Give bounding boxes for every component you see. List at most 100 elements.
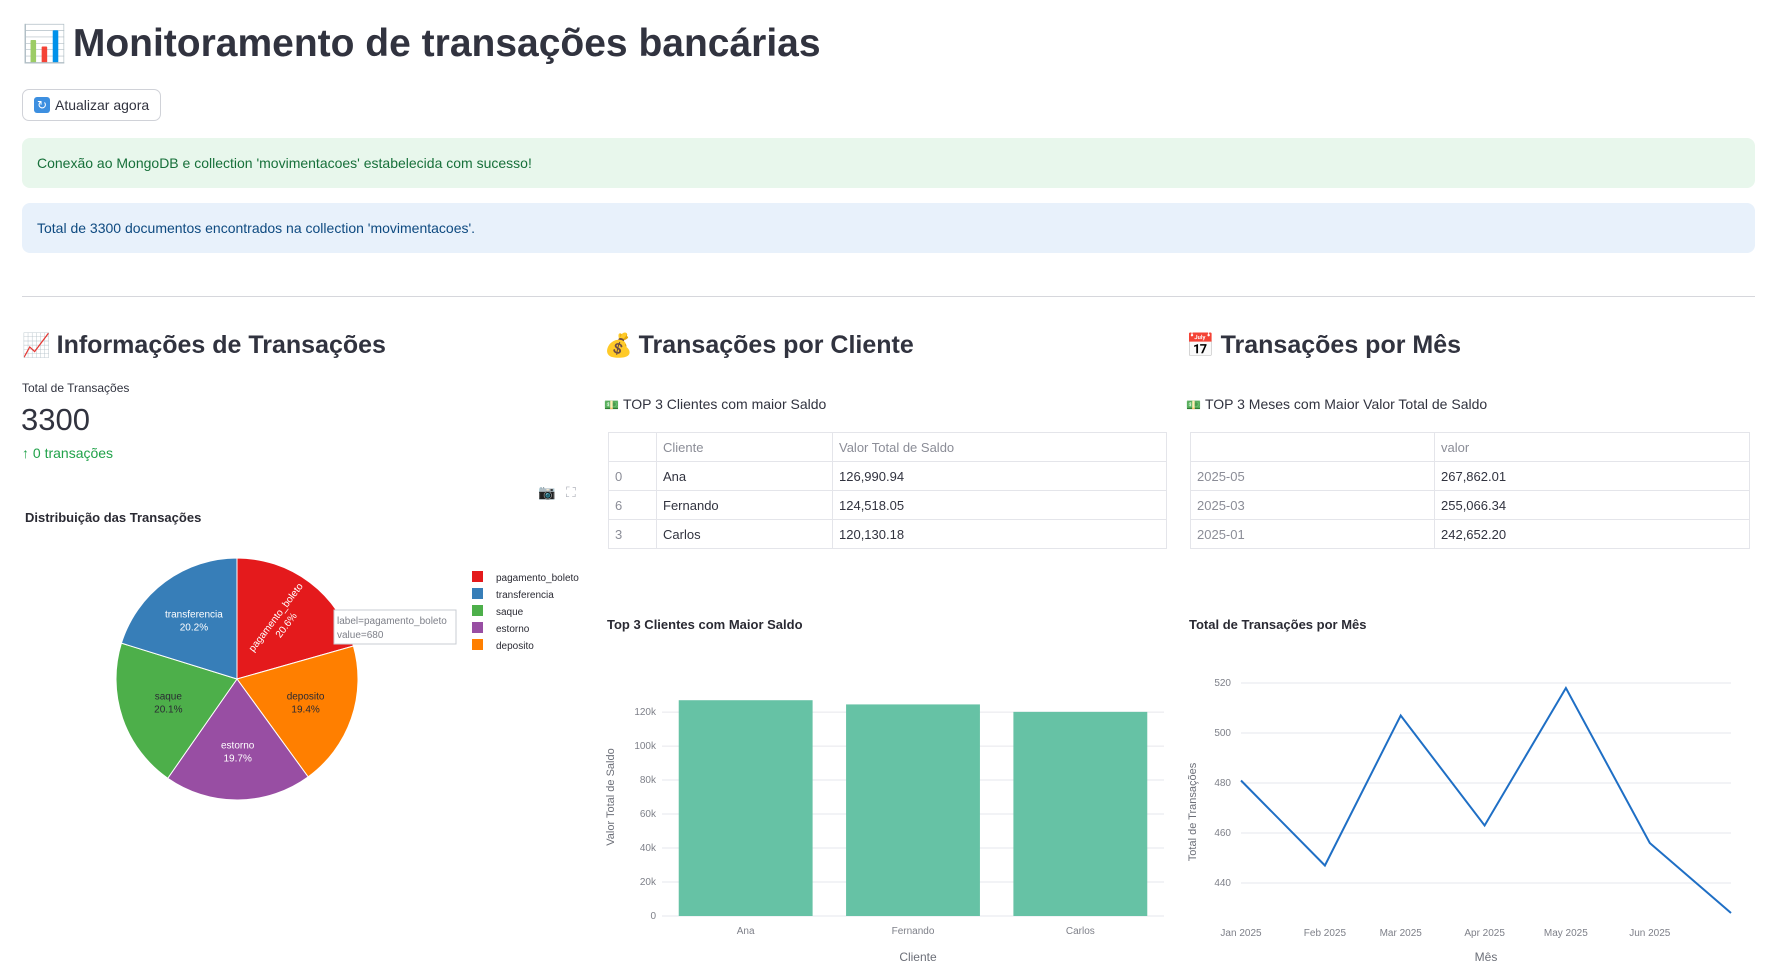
refresh-button-label: Atualizar agora — [55, 97, 150, 113]
x-tick-label: Feb 2025 — [1304, 928, 1347, 939]
line-chart-title: Total de Transações por Mês — [1189, 617, 1367, 632]
refresh-icon: ↻ — [34, 97, 50, 113]
refresh-button[interactable]: ↻ Atualizar agora — [22, 89, 162, 121]
table-cell: Ana — [656, 461, 833, 491]
subheading-meses: 💵 TOP 3 Meses com Maior Valor Total de Sa… — [1186, 396, 1487, 412]
page-title: 📊 Monitoramento de transações bancárias — [22, 22, 821, 66]
table-cell: 120,130.18 — [832, 519, 1167, 549]
money-bag-emoji-icon: 💰 — [604, 333, 633, 359]
table-header-row: Cliente Valor Total de Saldo — [608, 432, 1167, 462]
table-row[interactable]: 6 Fernando 124,518.05 — [608, 490, 1167, 520]
section-heading-text: Transações por Mês — [1220, 331, 1462, 359]
pie-slice-label: deposito — [287, 692, 325, 703]
y-tick-label: 0 — [650, 911, 656, 922]
subheading-clientes: 💵 TOP 3 Clientes com maior Saldo — [604, 396, 826, 412]
camera-icon[interactable]: 📷 — [538, 485, 555, 501]
section-heading-mes: 📅 Transações por Mês — [1186, 331, 1461, 360]
arrow-up-icon: ↑ — [22, 445, 29, 461]
y-tick-label: 520 — [1214, 678, 1231, 689]
divider — [22, 296, 1755, 297]
table-row[interactable]: 2025-01 242,652.20 — [1190, 519, 1750, 549]
bar-chart-emoji-icon: 📊 — [22, 24, 67, 65]
legend-swatch[interactable] — [472, 605, 483, 616]
pie-slice-percent: 19.4% — [291, 705, 319, 716]
section-heading-text: Transações por Cliente — [638, 331, 914, 359]
pie-slice-percent: 20.2% — [180, 623, 208, 634]
y-tick-label: 40k — [640, 843, 657, 854]
subheading-text: TOP 3 Meses com Maior Valor Total de Sal… — [1204, 396, 1488, 412]
clientes-table[interactable]: Cliente Valor Total de Saldo 0 Ana 126,990… — [608, 432, 1167, 549]
metric-label: Total de Transações — [22, 381, 130, 395]
bar-Ana — [678, 700, 813, 916]
bar-chart-xlabel: Cliente — [899, 950, 937, 964]
table-cell-index: 3 — [608, 519, 657, 549]
pie-tooltip-line1: label=pagamento_boleto — [337, 616, 447, 627]
table-header-index — [1190, 432, 1435, 462]
table-row[interactable]: 3 Carlos 120,130.18 — [608, 519, 1167, 549]
legend-item-transferencia[interactable]: transferencia — [496, 590, 554, 601]
table-cell-index: 6 — [608, 490, 657, 520]
table-cell: 255,066.34 — [1434, 490, 1750, 520]
y-tick-label: 500 — [1214, 728, 1231, 739]
line-chart-xlabel: Mês — [1475, 950, 1498, 964]
y-tick-label: 80k — [640, 775, 657, 786]
metric-delta-text: 0 transações — [32, 445, 114, 461]
y-tick-label: 60k — [640, 809, 657, 820]
pie-slice-label: estorno — [221, 741, 255, 752]
bar-chart-ylabel: Valor Total de Saldo — [605, 748, 617, 845]
y-tick-label: 120k — [634, 707, 657, 718]
table-cell: Carlos — [656, 519, 833, 549]
bar-chart: 0 20k 40k 60k 80k 100k 120k Ana Fernando Carlos C… — [605, 700, 1164, 964]
x-tick-label: Carlos — [1066, 926, 1095, 937]
chart-increasing-emoji-icon: 📈 — [22, 333, 51, 359]
fullscreen-icon[interactable]: ⛶ — [566, 485, 576, 501]
x-tick-label: Jun 2025 — [1629, 928, 1671, 939]
line-series — [1240, 685, 1732, 914]
table-header-row: valor — [1190, 432, 1750, 462]
table-header-valor: valor — [1434, 432, 1750, 462]
table-cell-index: 2025-05 — [1190, 461, 1435, 491]
section-heading-text: Informações de Transações — [56, 331, 386, 359]
legend-swatch[interactable] — [472, 588, 483, 599]
x-tick-label: Mar 2025 — [1380, 928, 1423, 939]
table-header-valor: Valor Total de Saldo — [832, 432, 1167, 462]
metric-value: 3300 — [21, 402, 90, 437]
y-tick-label: 460 — [1214, 828, 1231, 839]
bar-chart-title: Top 3 Clientes com Maior Saldo — [607, 617, 803, 632]
subheading-text: TOP 3 Clientes com maior Saldo — [622, 396, 827, 412]
table-row[interactable]: 2025-05 267,862.01 — [1190, 461, 1750, 491]
line-chart: 440 460 480 500 520 Jan 2025 Feb 2025 Mar 2025 A… — [1187, 678, 1732, 964]
x-tick-label: Apr 2025 — [1464, 928, 1505, 939]
table-cell: Fernando — [656, 490, 833, 520]
legend-swatch[interactable] — [472, 622, 483, 633]
x-tick-label: Jan 2025 — [1220, 928, 1262, 939]
legend-item-deposito[interactable]: deposito — [496, 641, 534, 652]
table-row[interactable]: 0 Ana 126,990.94 — [608, 461, 1167, 491]
pie-slice-label: saque — [155, 692, 183, 703]
line-chart-ylabel: Total de Transações — [1187, 762, 1199, 861]
dollar-banknote-emoji-icon: 💵 — [604, 398, 619, 412]
legend-item-pagamento_boleto[interactable]: pagamento_boleto — [496, 573, 579, 584]
meses-table[interactable]: valor 2025-05 267,862.01 2025-03 255,066.3… — [1190, 432, 1750, 549]
table-header-index — [608, 432, 657, 462]
y-tick-label: 440 — [1214, 878, 1231, 889]
table-cell-index: 0 — [608, 461, 657, 491]
legend-swatch[interactable] — [472, 571, 483, 582]
x-tick-label: May 2025 — [1544, 928, 1588, 939]
pie-chart-title: Distribuição das Transações — [25, 510, 202, 525]
y-tick-label: 480 — [1214, 778, 1231, 789]
table-row[interactable]: 2025-03 255,066.34 — [1190, 490, 1750, 520]
table-cell: 126,990.94 — [832, 461, 1167, 491]
y-tick-label: 20k — [640, 877, 657, 888]
dollar-banknote-emoji-icon: 💵 — [1186, 398, 1201, 412]
bar-Carlos — [1013, 711, 1148, 916]
legend-swatch[interactable] — [472, 639, 483, 650]
legend-item-estorno[interactable]: estorno — [496, 624, 530, 635]
y-tick-label: 100k — [634, 741, 657, 752]
info-alert-text: Total de 3300 documentos encontrados na … — [37, 220, 476, 236]
pie-tooltip: label=pagamento_boleto value=680 — [333, 609, 457, 645]
legend-item-saque[interactable]: saque — [496, 607, 524, 618]
pie-tooltip-line2: value=680 — [337, 630, 384, 641]
table-cell-index: 2025-01 — [1190, 519, 1435, 549]
table-cell: 267,862.01 — [1434, 461, 1750, 491]
